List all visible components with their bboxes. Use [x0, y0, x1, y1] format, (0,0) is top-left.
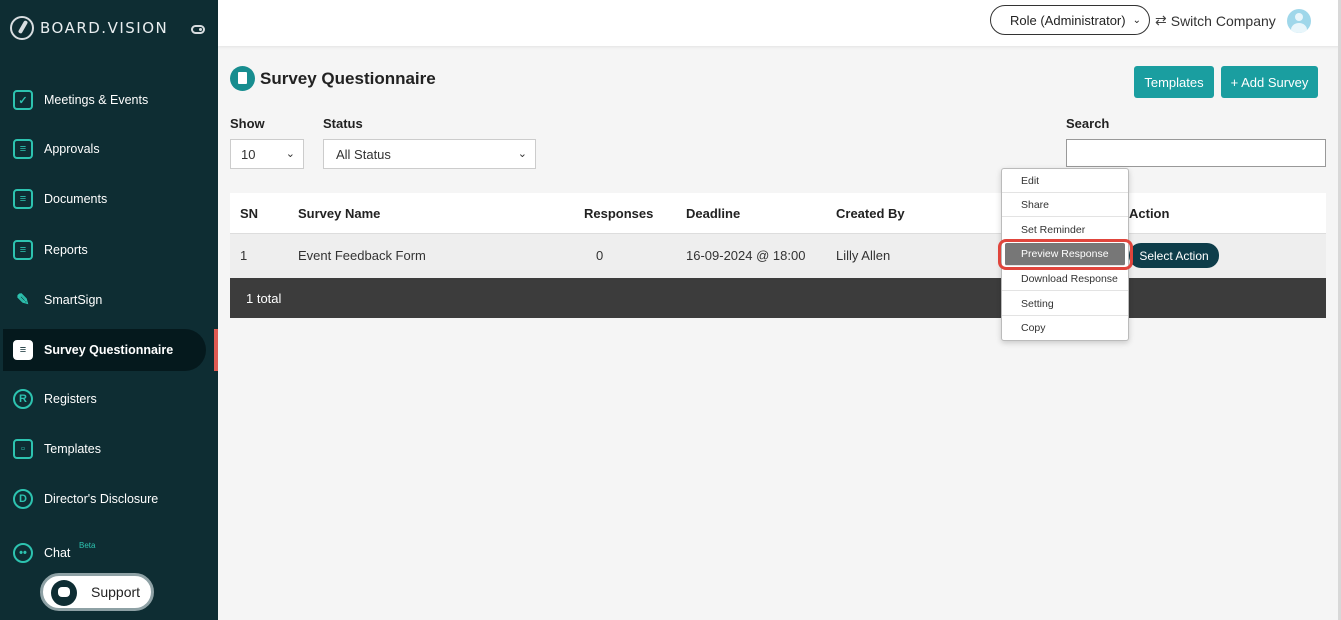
sidebar-item-documents[interactable]: ≡ Documents: [0, 178, 218, 220]
show-value: 10: [241, 146, 256, 162]
highlight-annotation: [998, 239, 1133, 270]
sidebar-item-label: Chat: [44, 546, 71, 560]
templates-button[interactable]: Templates: [1134, 66, 1214, 98]
templates-icon: ▫: [13, 439, 33, 459]
brand-logo[interactable]: BOARD.VISION: [10, 16, 168, 40]
support-label: Support: [91, 584, 141, 600]
menu-item-setting[interactable]: Setting: [1002, 292, 1128, 316]
documents-icon: ≡: [13, 189, 33, 209]
table-row: 1 Event Feedback Form 0 16-09-2024 @ 18:…: [230, 234, 1326, 278]
support-button[interactable]: Support: [40, 573, 154, 611]
sidebar-item-smartsign[interactable]: ✎ SmartSign: [0, 279, 218, 321]
brand-name: BOARD.VISION: [40, 19, 169, 37]
sidebar-toggle-icon[interactable]: [191, 25, 205, 34]
role-select[interactable]: Role (Administrator) ⌄: [990, 5, 1150, 35]
chevron-down-icon: ⌄: [517, 148, 527, 160]
table-header: SN Survey Name Responses Deadline Create…: [230, 193, 1326, 234]
menu-item-copy[interactable]: Copy: [1002, 316, 1128, 340]
sidebar-item-label: Registers: [44, 392, 97, 406]
sidebar-item-label: Approvals: [44, 142, 100, 156]
column-header-sn[interactable]: SN: [240, 206, 258, 221]
sidebar-item-disclosure[interactable]: D Director's Disclosure: [0, 478, 218, 520]
sidebar-item-meetings[interactable]: ✓ Meetings & Events: [0, 79, 218, 121]
sidebar: BOARD.VISION ✓ Meetings & Events ≡ Appro…: [0, 0, 218, 620]
sidebar-item-approvals[interactable]: ≡ Approvals: [0, 128, 218, 170]
menu-item-edit[interactable]: Edit: [1002, 169, 1128, 193]
chevron-down-icon: ⌄: [1132, 15, 1141, 26]
active-marker: [214, 329, 218, 371]
column-header-responses[interactable]: Responses: [584, 206, 653, 221]
smartsign-icon: ✎: [16, 292, 30, 309]
page-title: Survey Questionnaire: [230, 66, 436, 91]
switch-company-label: Switch Company: [1170, 12, 1276, 29]
approvals-icon: ≡: [13, 139, 33, 159]
switch-icon: ⇄: [1155, 12, 1167, 28]
sidebar-item-label: Reports: [44, 243, 88, 257]
support-chat-icon: [51, 580, 77, 606]
sidebar-item-registers[interactable]: R Registers: [0, 378, 218, 420]
add-survey-button[interactable]: + Add Survey: [1221, 66, 1318, 98]
status-label: Status: [323, 116, 363, 131]
sidebar-item-survey[interactable]: ≡ Survey Questionnaire: [0, 329, 218, 371]
survey-icon: ≡: [13, 340, 33, 360]
cell-created-by: Lilly Allen: [836, 248, 891, 263]
select-action-button[interactable]: Select Action: [1129, 243, 1219, 268]
menu-item-share[interactable]: Share: [1002, 193, 1128, 217]
switch-company-button[interactable]: ⇄ Switch Company: [1155, 12, 1276, 29]
role-label: Role (Administrator): [1010, 12, 1126, 28]
show-select[interactable]: 10 ⌄: [230, 139, 304, 169]
status-select[interactable]: All Status ⌄: [323, 139, 536, 169]
menu-item-download-response[interactable]: Download Response: [1002, 267, 1128, 291]
chat-icon: ••: [13, 543, 33, 563]
sidebar-item-chat[interactable]: •• Chat Beta: [0, 532, 218, 574]
page-title-text: Survey Questionnaire: [260, 68, 436, 88]
sidebar-item-label: Survey Questionnaire: [44, 343, 174, 357]
registers-icon: R: [13, 389, 33, 409]
status-value: All Status: [336, 146, 391, 162]
calendar-icon: ✓: [13, 90, 33, 110]
column-header-survey-name[interactable]: Survey Name: [298, 206, 380, 221]
search-input[interactable]: [1066, 139, 1326, 167]
logo-icon: [10, 16, 34, 40]
cell-responses: 0: [596, 248, 604, 263]
column-header-deadline[interactable]: Deadline: [686, 206, 740, 221]
sidebar-item-templates[interactable]: ▫ Templates: [0, 428, 218, 470]
column-header-action: Action: [1129, 206, 1170, 221]
show-label: Show: [230, 116, 265, 131]
sidebar-item-label: Director's Disclosure: [44, 492, 159, 506]
sidebar-item-label: Documents: [44, 192, 108, 206]
table-footer: 1 total: [230, 278, 1326, 318]
sidebar-item-label: Templates: [44, 442, 101, 456]
total-count: 1 total: [246, 291, 282, 306]
avatar[interactable]: [1287, 9, 1311, 33]
survey-title-icon: [230, 66, 255, 91]
sidebar-item-label: SmartSign: [44, 293, 103, 307]
column-header-created-by[interactable]: Created By: [836, 206, 905, 221]
cell-survey-name: Event Feedback Form: [298, 248, 426, 263]
reports-icon: ≡: [13, 240, 33, 260]
chevron-down-icon: ⌄: [285, 148, 295, 160]
sidebar-item-label: Meetings & Events: [44, 93, 149, 107]
disclosure-icon: D: [13, 489, 33, 509]
cell-deadline: 16-09-2024 @ 18:00: [686, 248, 806, 263]
beta-badge: Beta: [79, 541, 96, 550]
sidebar-item-reports[interactable]: ≡ Reports: [0, 229, 218, 271]
top-bar: Role (Administrator) ⌄ ⇄ Switch Company: [218, 0, 1341, 46]
search-label: Search: [1066, 116, 1110, 131]
cell-sn: 1: [240, 248, 248, 263]
